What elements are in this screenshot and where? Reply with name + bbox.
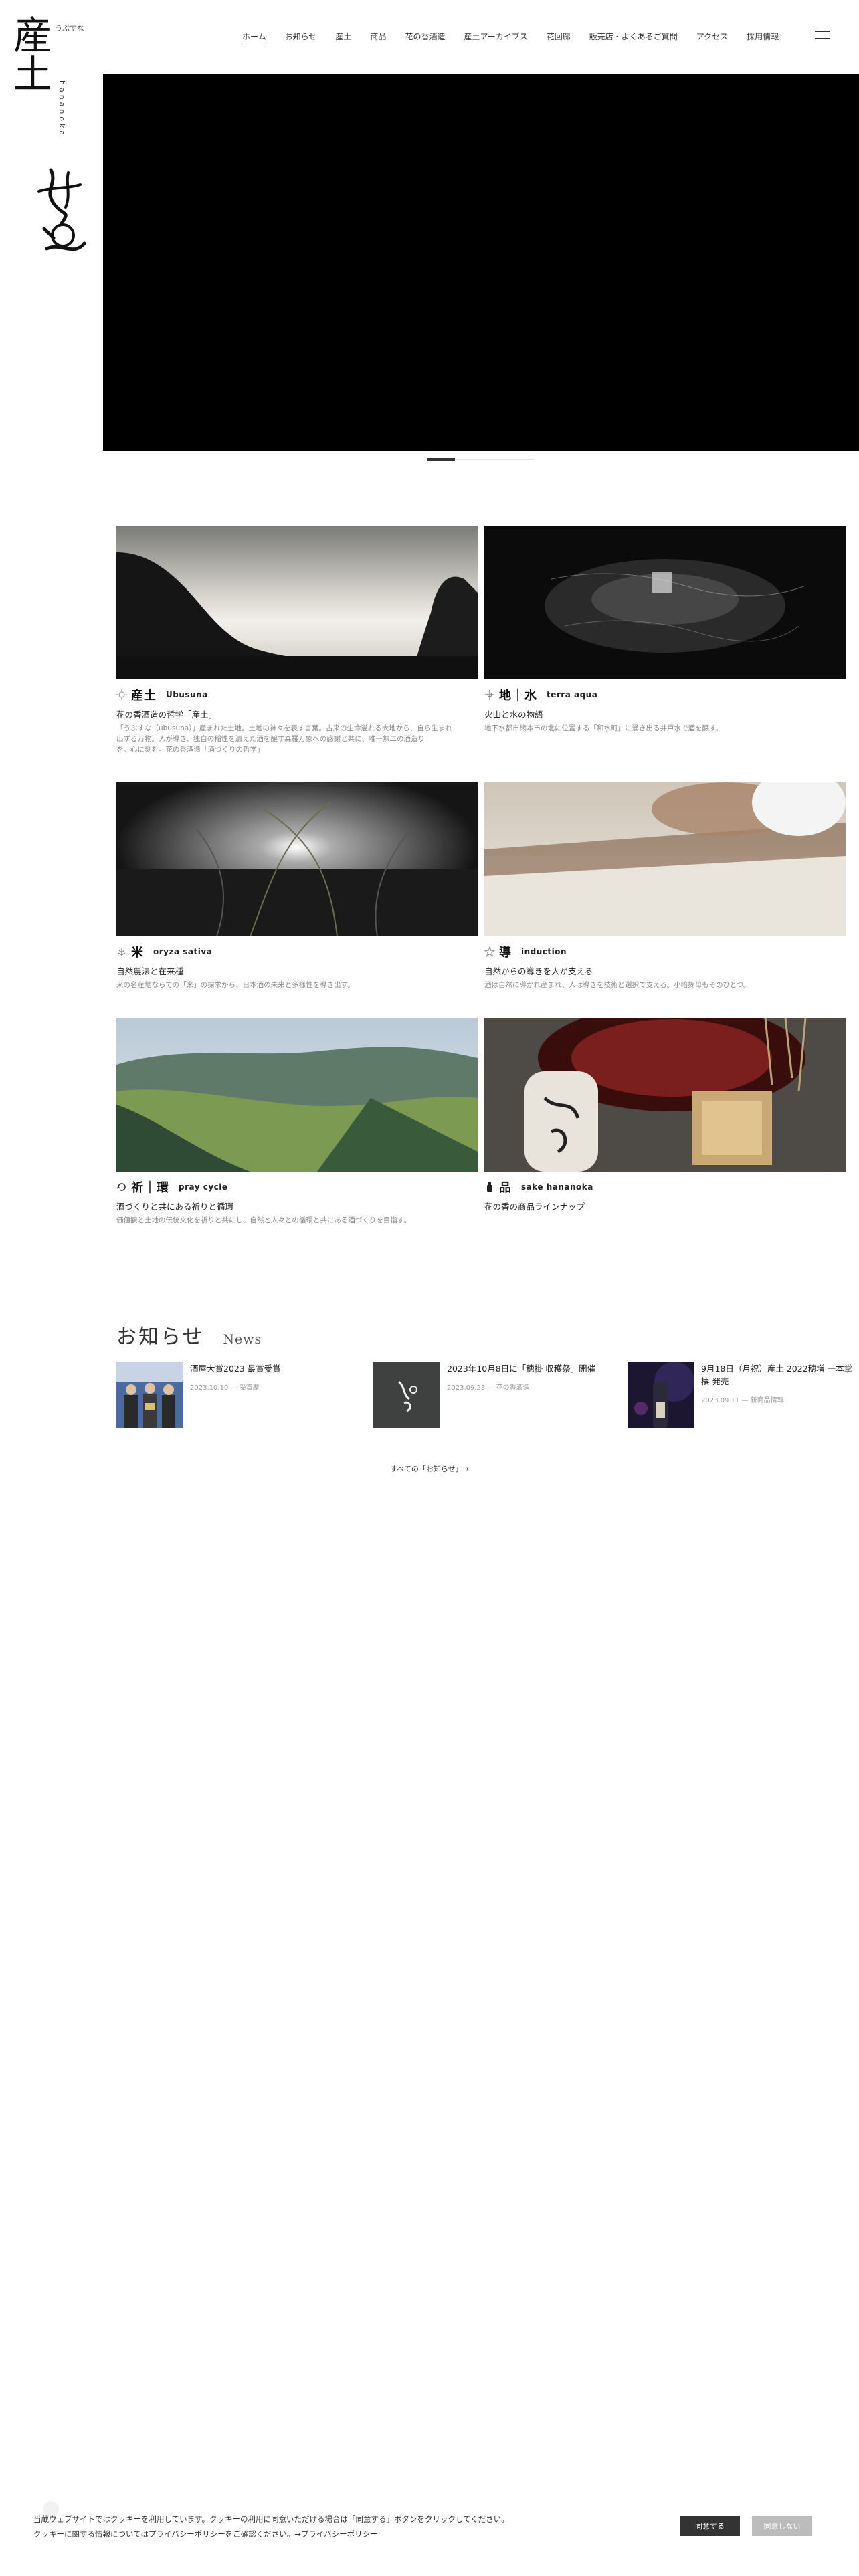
news-item[interactable]: 2023年10月8日に「穂掛 収穫祭」開催 2023.09.23 — 花の香酒造 bbox=[373, 1362, 601, 1428]
card-latin-title: oryza sativa bbox=[153, 947, 213, 956]
card-latin-title: sake hananoka bbox=[521, 1182, 593, 1192]
news-event-thumbnail bbox=[373, 1362, 440, 1428]
all-news-link[interactable]: すべての「お知らせ」→ bbox=[0, 1463, 859, 1474]
logo-roman: hananoka bbox=[58, 80, 66, 138]
nav-item-shops-faq[interactable]: 販売店・よくあるご質問 bbox=[580, 31, 687, 42]
nav-item-archives[interactable]: 産土アーカイブス bbox=[454, 31, 537, 42]
card-latin-title: induction bbox=[521, 947, 567, 956]
news-meta: 2023.09.23 — 花の香酒造 bbox=[447, 1384, 530, 1392]
nav-item-access[interactable]: アクセス bbox=[687, 31, 737, 42]
news-title: 2023年10月8日に「穂掛 収穫祭」開催 bbox=[447, 1364, 596, 1374]
hamburger-menu-icon[interactable] bbox=[815, 28, 830, 40]
card-description: 価値観と土地の伝統文化を祈りと共にし、自然と人々との循環と共にある酒づくりを目指… bbox=[116, 1216, 411, 1224]
card-description: 酒は自然に導かれ産まれ、人は導きを技術と選択で支える。小暗麹母もそのひとつ。 bbox=[484, 981, 751, 989]
news-heading: お知らせ News bbox=[116, 1320, 262, 1350]
news-meta: 2023.10.10 — 受賞歴 bbox=[190, 1384, 260, 1392]
news-product-thumbnail bbox=[628, 1362, 694, 1428]
news-item[interactable]: 酒屋大賞2023 最賞受賞 2023.10.10 — 受賞歴 bbox=[116, 1362, 344, 1428]
card-subtitle: 自然からの導きを人が支える bbox=[484, 966, 593, 976]
koji-rice-image bbox=[484, 769, 846, 936]
cookie-banner: 当蔵ウェブサイトではクッキーを利用しています。クッキーの利用に同意いただける場合… bbox=[0, 2501, 859, 2576]
card-latin-title: pray cycle bbox=[179, 1182, 228, 1192]
card-subtitle: 火山と水の物語 bbox=[484, 710, 543, 720]
card-description: 「うぶすな（ubusuna）」産まれた土地。土地の神々を表す言葉。古来の生命溢れ… bbox=[116, 724, 452, 754]
village-valley-image bbox=[116, 1018, 478, 1172]
cookie-agree-button[interactable]: 同意する bbox=[680, 2516, 740, 2536]
news-meta: 2023.09.11 — 新商品情報 bbox=[701, 1397, 784, 1404]
news-item[interactable]: 9月18日（月祝）産土 2022穂増 一本掌棲 発売 2023.09.11 — … bbox=[628, 1362, 855, 1428]
card-ubusuna[interactable]: 産土 Ubusuna 花の香酒造の哲学「産土」 「うぶすな（ubusuna）」産… bbox=[116, 526, 478, 755]
site-logo[interactable]: 産土 うぶすな hananoka bbox=[13, 16, 87, 251]
rice-plants-sunset-image bbox=[116, 782, 478, 937]
card-induction[interactable]: 導 induction 自然からの導きを人が支える 酒は自然に導かれ産まれ、人は… bbox=[484, 769, 846, 990]
nav-item-products[interactable]: 商品 bbox=[361, 31, 395, 42]
card-title: 品 bbox=[499, 1181, 512, 1195]
card-subtitle: 酒づくりと共にある祈りと循環 bbox=[116, 1202, 234, 1212]
bottle-icon bbox=[487, 1182, 492, 1192]
ubusuna-landscape-image bbox=[116, 526, 478, 679]
rice-icon bbox=[118, 948, 126, 956]
card-latin-title: terra aqua bbox=[547, 690, 598, 700]
global-nav: ホーム お知らせ 産土 商品 花の香酒造 産土アーカイブス 花回廊 販売店・よく… bbox=[233, 31, 788, 42]
card-subtitle: 花の香酒造の哲学「産土」 bbox=[116, 710, 217, 720]
card-oryza-sativa[interactable]: 米 oryza sativa 自然農法と在来種 米の名産地ならでの「米」の探求か… bbox=[116, 782, 478, 990]
sun-icon bbox=[116, 689, 127, 700]
news-title: 9月18日（月祝）産土 2022穂増 一本掌棲 発売 bbox=[701, 1364, 853, 1386]
water-surface-image bbox=[484, 526, 846, 679]
nav-item-news[interactable]: お知らせ bbox=[276, 31, 326, 42]
hero-slider-progress[interactable] bbox=[427, 458, 534, 461]
nav-item-hanakairo[interactable]: 花回廊 bbox=[537, 31, 580, 42]
cookie-message-line2[interactable]: クッキーに関する情報についてはプライバシーポリシーをご確認ください。→プライバシ… bbox=[33, 2527, 509, 2541]
logo-ruby: うぶすな bbox=[55, 24, 84, 33]
brand-calligraphy-logo bbox=[37, 168, 86, 251]
card-title: 導 bbox=[499, 946, 512, 960]
card-terra-aqua[interactable]: 地｜水 terra aqua 火山と水の物語 地下水都市熊本市の北に位置する「和… bbox=[484, 526, 846, 734]
hero-slider-thumb[interactable] bbox=[427, 458, 455, 461]
card-description: 地下水都市熊本市の北に位置する「和水町」に湧き出る井戸水で酒を醸す。 bbox=[484, 724, 723, 732]
cookie-message-line1: 当蔵ウェブサイトではクッキーを利用しています。クッキーの利用に同意いただける場合… bbox=[33, 2514, 509, 2524]
card-title: 米 bbox=[131, 946, 144, 960]
cookie-disagree-button[interactable]: 同意しない bbox=[752, 2516, 812, 2536]
guide-star-icon bbox=[484, 946, 495, 957]
cookie-message: 当蔵ウェブサイトではクッキーを利用しています。クッキーの利用に同意いただける場合… bbox=[33, 2512, 509, 2541]
hero-video[interactable] bbox=[103, 74, 859, 451]
card-title: 産土 bbox=[131, 689, 157, 703]
nav-item-brewery[interactable]: 花の香酒造 bbox=[395, 31, 454, 42]
news-award-thumbnail bbox=[116, 1362, 183, 1428]
card-pray-cycle[interactable]: 祈｜環 pray cycle 酒づくりと共にある祈りと循環 価値観と土地の伝統文… bbox=[116, 1018, 478, 1226]
cycle-icon bbox=[116, 1183, 126, 1191]
nav-item-recruit[interactable]: 採用情報 bbox=[737, 31, 788, 42]
earth-water-icon bbox=[485, 690, 494, 700]
news-heading-jp: お知らせ bbox=[116, 1325, 205, 1349]
card-sake-hananoka[interactable]: 品 sake hananoka 花の香の商品ラインナップ bbox=[484, 1004, 846, 1212]
sake-products-image bbox=[484, 1004, 846, 1172]
news-title: 酒屋大賞2023 最賞受賞 bbox=[190, 1364, 281, 1374]
nav-item-home[interactable]: ホーム bbox=[233, 31, 276, 42]
news-heading-en: News bbox=[223, 1332, 262, 1347]
card-title: 地｜水 bbox=[499, 689, 537, 703]
card-subtitle: 花の香の商品ラインナップ bbox=[484, 1202, 585, 1212]
nav-item-ubusuna[interactable]: 産土 bbox=[326, 31, 361, 42]
card-subtitle: 自然農法と在来種 bbox=[116, 966, 184, 976]
card-description: 米の名産地ならでの「米」の探求から、日本酒の未来と多様性を導き出す。 bbox=[116, 981, 355, 989]
card-latin-title: Ubusuna bbox=[166, 690, 208, 700]
card-title: 祈｜環 bbox=[131, 1181, 169, 1195]
